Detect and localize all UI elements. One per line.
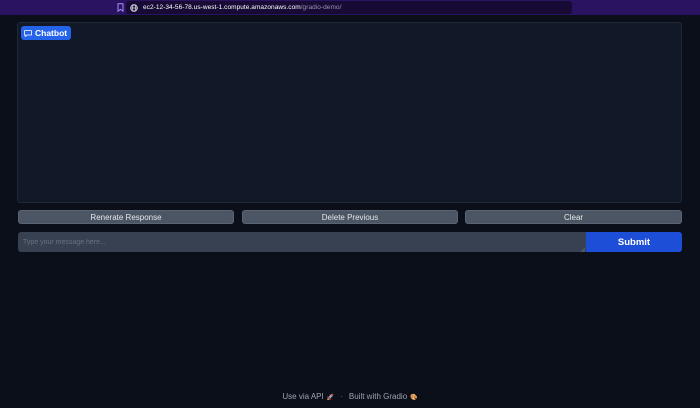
bookmark-icon[interactable] [117,3,124,12]
chat-bubble-icon [24,29,32,37]
built-with-gradio-link[interactable]: Built with Gradio 🎨 [349,392,418,401]
footer: Use via API 🚀 · Built with Gradio 🎨 [0,390,700,402]
footer-separator: · [340,391,343,401]
url-text: ec2-12-34-56-78.us-west-1.compute.amazon… [143,4,341,11]
url-path: /gradio-demo/ [300,4,342,11]
palette-icon: 🎨 [410,394,418,401]
chatbot-label: Chatbot [21,26,72,40]
regenerate-response-button[interactable]: Renerate Response [18,210,234,224]
use-via-api-link[interactable]: Use via API 🚀 [282,392,334,401]
address-field[interactable]: ec2-12-34-56-78.us-west-1.compute.amazon… [126,1,572,14]
url-host: ec2-12-34-56-78.us-west-1.compute.amazon… [143,4,301,11]
rocket-icon: 🚀 [326,394,335,401]
chatbot-panel[interactable]: Chatbot [17,22,682,203]
message-input[interactable] [18,232,586,252]
chatbot-label-text: Chatbot [35,28,68,38]
submit-button[interactable]: Submit [586,232,682,252]
delete-previous-button[interactable]: Delete Previous [242,210,458,224]
resize-grip-icon[interactable] [580,247,585,252]
clear-button[interactable]: Clear [465,210,682,224]
globe-icon [130,3,138,12]
use-via-api-label: Use via API [282,391,324,401]
built-with-gradio-label: Built with Gradio [348,391,408,401]
browser-url-bar: ec2-12-34-56-78.us-west-1.compute.amazon… [0,0,700,15]
